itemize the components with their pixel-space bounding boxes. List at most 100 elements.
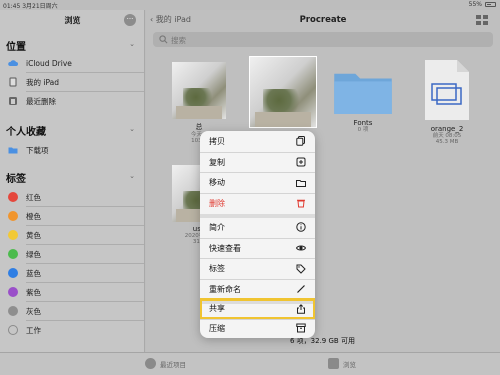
search-input[interactable]: 搜索 (153, 32, 493, 47)
folder-icon (296, 179, 306, 187)
folder-icon (8, 145, 18, 155)
menu-item-label: 共享 (209, 304, 225, 314)
menu-item-duplicate[interactable]: 复制 (200, 152, 315, 173)
sidebar-item-label: 工作 (26, 325, 41, 335)
file-item[interactable]: orange_2 前天 08:05 45.3 MB (416, 60, 478, 145)
tag-dot-icon (8, 249, 18, 259)
chevron-down-icon[interactable]: ⌄ (129, 172, 135, 180)
share-icon (297, 303, 305, 314)
menu-item-quick-look[interactable]: 快速查看 (200, 238, 315, 259)
page-title: Procreate (299, 15, 347, 25)
chevron-down-icon[interactable]: ⌄ (129, 40, 135, 48)
tab-browse[interactable]: 浏览 (328, 358, 356, 369)
tag-icon (296, 264, 306, 274)
grid-view-icon[interactable] (476, 15, 488, 25)
menu-item-tags[interactable]: 标签 (200, 258, 315, 279)
tag-dot-icon (8, 230, 18, 240)
file-name: orange_2 (430, 125, 464, 133)
section-favorites[interactable]: 个人收藏 (6, 123, 46, 138)
archive-icon (296, 323, 306, 333)
sidebar-item-label: 蓝色 (26, 268, 41, 278)
sidebar-item-label: 绿色 (26, 249, 41, 259)
file-thumbnail (172, 62, 226, 119)
tab-bar: 最近项目 浏览 (0, 352, 500, 375)
file-thumbnail (249, 56, 317, 128)
file-meta: 45.3 MB (435, 139, 459, 145)
menu-item-info[interactable]: 简介 (200, 217, 315, 238)
search-icon (159, 35, 168, 44)
sidebar-item-label: 最近删除 (26, 96, 56, 106)
sidebar-item-label: 紫色 (26, 287, 41, 297)
menu-item-label: 标签 (209, 264, 225, 274)
sidebar-item-tag-blue[interactable]: 蓝色 (0, 264, 144, 282)
menu-item-label: 简介 (209, 222, 225, 232)
cloud-icon (8, 58, 18, 68)
sidebar-item-downloads[interactable]: 下载项 (0, 141, 144, 159)
sidebar-item-my-ipad[interactable]: 我的 iPad (0, 73, 144, 91)
document-icon (425, 60, 469, 120)
pencil-icon (297, 285, 305, 294)
tab-label: 浏览 (343, 360, 356, 369)
sidebar-item-icloud[interactable]: iCloud Drive (0, 54, 144, 72)
section-locations[interactable]: 位置 (6, 38, 26, 53)
sidebar-item-tag-green[interactable]: 绿色 (0, 245, 144, 263)
tag-dot-icon (8, 268, 18, 278)
trash-icon (8, 96, 18, 106)
ipad-icon (8, 77, 18, 87)
menu-item-label: 快速查看 (209, 243, 241, 253)
sidebar-item-tag-orange[interactable]: 橙色 (0, 207, 144, 225)
eye-icon (296, 245, 306, 251)
menu-item-rename[interactable]: 重新命名 (200, 279, 315, 300)
sidebar: 浏览 ··· 位置 ⌄ iCloud Drive 我的 iPad 最近删除 个人… (0, 10, 145, 352)
menu-item-share[interactable]: 共享 (200, 297, 315, 321)
tab-label: 最近项目 (160, 360, 186, 369)
status-bar: 01:45 3月21日周六 55% (0, 0, 500, 10)
info-icon (296, 222, 306, 233)
menu-item-label: 重新命名 (209, 284, 241, 294)
copy-icon (296, 136, 305, 147)
folder-icon (328, 358, 339, 369)
menu-item-delete[interactable]: 删除 (200, 193, 315, 214)
sidebar-item-tag-red[interactable]: 红色 (0, 188, 144, 206)
sidebar-item-label: 黄色 (26, 230, 41, 240)
tag-dot-icon (8, 306, 18, 316)
tab-recents[interactable]: 最近项目 (145, 358, 186, 369)
context-menu: 拷贝 复制 移动 删除 简介 快速查看 标签 重新命名 共享 压缩 (200, 131, 315, 338)
menu-item-move[interactable]: 移动 (200, 172, 315, 193)
menu-item-label: 复制 (209, 157, 225, 167)
menu-item-label: 拷贝 (209, 136, 225, 146)
folder-icon (334, 73, 392, 114)
tag-dot-icon (8, 287, 18, 297)
file-meta: 0 项 (357, 127, 369, 133)
duplicate-icon (296, 157, 306, 167)
tag-dot-icon (8, 211, 18, 221)
menu-item-label: 移动 (209, 178, 225, 188)
battery-percent: 55% (468, 1, 482, 8)
folder-item[interactable]: Fonts 0 项 (332, 68, 394, 133)
sidebar-item-tag-work[interactable]: 工作 (0, 321, 144, 339)
status-date: 3月21日周六 (22, 3, 58, 10)
trash-icon (297, 200, 305, 208)
menu-item-compress[interactable]: 压缩 (200, 318, 315, 338)
clock-icon (145, 358, 156, 369)
sidebar-item-tag-purple[interactable]: 紫色 (0, 283, 144, 301)
sidebar-item-tag-yellow[interactable]: 黄色 (0, 226, 144, 244)
status-right: 55% (469, 1, 496, 8)
sidebar-item-label: 红色 (26, 192, 41, 202)
menu-item-copy[interactable]: 拷贝 (200, 131, 315, 152)
more-icon[interactable]: ··· (124, 14, 136, 26)
sidebar-item-label: 我的 iPad (26, 77, 60, 87)
battery-icon (485, 2, 496, 7)
sidebar-item-recently-deleted[interactable]: 最近删除 (0, 92, 144, 110)
menu-item-label: 删除 (209, 198, 225, 208)
chevron-down-icon[interactable]: ⌄ (129, 125, 135, 133)
sidebar-item-label: 下载项 (26, 145, 49, 155)
tag-dot-icon (8, 325, 18, 335)
search-placeholder: 搜索 (171, 36, 186, 45)
sidebar-item-label: 灰色 (26, 306, 41, 316)
status-time: 01:45 (3, 3, 21, 10)
section-tags[interactable]: 标签 (6, 170, 26, 185)
file-item-selected[interactable]: aa (248, 56, 318, 137)
sidebar-item-tag-gray[interactable]: 灰色 (0, 302, 144, 320)
sidebar-item-label: 橙色 (26, 211, 41, 221)
